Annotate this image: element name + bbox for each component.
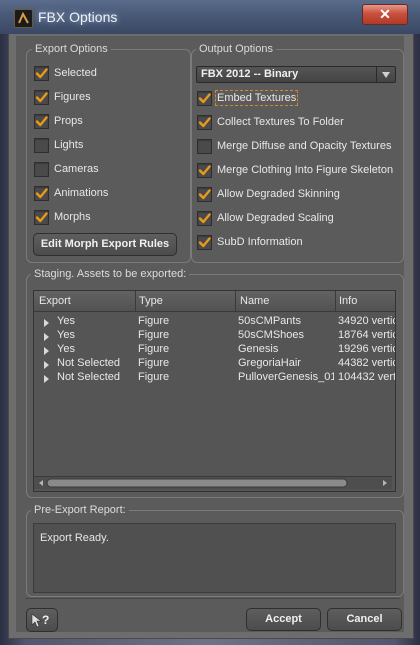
checkbox-label-lights[interactable]: Lights	[54, 139, 83, 151]
checkbox-label-embed-textures[interactable]: Embed Textures	[214, 90, 299, 106]
checkbox-label-merge-clothing-into-figure-skeleton[interactable]: Merge Clothing Into Figure Skeleton	[217, 164, 393, 176]
title-bar[interactable]: FBX Options ✕	[0, 0, 420, 34]
checkbox-label-morphs[interactable]: Morphs	[54, 211, 91, 223]
checkbox-figures[interactable]	[34, 90, 49, 105]
row-type: Figure	[138, 343, 170, 355]
checkmark-icon	[198, 93, 211, 104]
checkbox-label-cameras[interactable]: Cameras	[54, 163, 99, 175]
table-row[interactable]: Yes Figure Genesis 19296 vertic	[34, 343, 395, 357]
table-row[interactable]: Not Selected Figure GregoriaHair 44382 vert…	[34, 357, 395, 371]
checkbox-allow-degraded-scaling[interactable]	[197, 211, 212, 226]
row-name: 50sCMPants	[238, 315, 301, 327]
checkmark-icon	[198, 213, 211, 224]
checkmark-icon	[35, 68, 48, 79]
row-info: 19296 vertic	[338, 343, 395, 355]
checkbox-morphs[interactable]	[34, 210, 49, 225]
checkbox-label-allow-degraded-scaling[interactable]: Allow Degraded Scaling	[217, 212, 334, 224]
checkmark-icon	[198, 189, 211, 200]
row-export-status: Not Selected	[57, 357, 120, 369]
checkbox-label-merge-diffuse-and-opacity-textures[interactable]: Merge Diffuse and Opacity Textures	[217, 140, 391, 152]
checkbox-props[interactable]	[34, 114, 49, 129]
expand-arrow-icon[interactable]	[43, 374, 50, 386]
horizontal-scrollbar[interactable]	[34, 476, 392, 489]
checkbox-cameras[interactable]	[34, 162, 49, 177]
window-title: FBX Options	[38, 9, 118, 25]
report-text: Export Ready.	[40, 532, 109, 544]
checkmark-icon	[198, 165, 211, 176]
daz-app-icon	[14, 9, 33, 28]
help-label: ?	[42, 613, 50, 627]
checkbox-merge-diffuse-and-opacity-textures[interactable]	[197, 139, 212, 154]
row-name: GregoriaHair	[238, 357, 301, 369]
report-text-area: Export Ready.	[33, 523, 396, 593]
table-row[interactable]: Yes Figure 50sCMShoes 18764 vertic	[34, 329, 395, 343]
row-type: Figure	[138, 371, 170, 383]
row-export-status: Yes	[57, 315, 75, 327]
checkbox-label-selected[interactable]: Selected	[54, 67, 97, 79]
checkbox-collect-textures-to-folder[interactable]	[197, 115, 212, 130]
accept-button[interactable]: Accept	[246, 608, 321, 631]
row-export-status: Not Selected	[57, 371, 120, 383]
checkbox-merge-clothing-into-figure-skeleton[interactable]	[197, 163, 212, 178]
fbx-format-value: FBX 2012 -- Binary	[201, 68, 299, 80]
checkbox-label-animations[interactable]: Animations	[54, 187, 108, 199]
fbx-format-dropdown[interactable]: FBX 2012 -- Binary	[196, 66, 396, 83]
row-info: 44382 vertic	[338, 357, 395, 369]
checkmark-icon	[35, 92, 48, 103]
checkbox-label-subd-information[interactable]: SubD Information	[217, 236, 303, 248]
checkbox-allow-degraded-skinning[interactable]	[197, 187, 212, 202]
row-info: 18764 vertic	[338, 329, 395, 341]
column-header-type[interactable]: Type	[139, 295, 163, 307]
row-info: 34920 vertic	[338, 315, 395, 327]
close-button[interactable]: ✕	[362, 4, 408, 25]
column-header-export[interactable]: Export	[39, 295, 71, 307]
staging-table: Export Type Name Info Yes Figure 50sCMPant…	[33, 290, 396, 492]
checkbox-lights[interactable]	[34, 138, 49, 153]
table-row[interactable]: Yes Figure 50sCMPants 34920 vertic	[34, 315, 395, 329]
report-label: Pre-Export Report:	[31, 504, 129, 516]
checkbox-embed-textures[interactable]	[197, 91, 212, 106]
checkmark-icon	[35, 116, 48, 127]
chevron-down-icon[interactable]	[376, 67, 395, 82]
column-header-name[interactable]: Name	[240, 295, 269, 307]
edit-morph-export-rules-button[interactable]: Edit Morph Export Rules	[33, 233, 177, 256]
help-button[interactable]: ?	[26, 608, 58, 632]
staging-label: Staging. Assets to be exported:	[31, 268, 190, 280]
checkmark-icon	[198, 237, 211, 248]
export-options-group	[26, 49, 191, 263]
row-info: 104432 vert	[338, 371, 395, 383]
row-type: Figure	[138, 315, 170, 327]
checkbox-subd-information[interactable]	[197, 235, 212, 250]
checkbox-label-allow-degraded-skinning[interactable]: Allow Degraded Skinning	[217, 188, 340, 200]
row-export-status: Yes	[57, 343, 75, 355]
output-options-label: Output Options	[196, 43, 276, 55]
table-header: Export Type Name Info	[34, 291, 395, 312]
cancel-button[interactable]: Cancel	[327, 608, 402, 631]
row-name: Genesis	[238, 343, 279, 355]
export-options-label: Export Options	[32, 43, 111, 55]
column-header-info[interactable]: Info	[339, 295, 357, 307]
checkbox-animations[interactable]	[34, 186, 49, 201]
checkbox-label-collect-textures-to-folder[interactable]: Collect Textures To Folder	[217, 116, 344, 128]
row-export-status: Yes	[57, 329, 75, 341]
checkmark-icon	[35, 188, 48, 199]
checkbox-selected[interactable]	[34, 66, 49, 81]
row-name: 50sCMShoes	[238, 329, 305, 341]
row-name: PulloverGenesis_01	[238, 371, 334, 383]
footer-divider	[25, 598, 400, 599]
checkmark-icon	[35, 212, 48, 223]
checkbox-label-figures[interactable]: Figures	[54, 91, 91, 103]
row-type: Figure	[138, 329, 170, 341]
checkbox-label-props[interactable]: Props	[54, 115, 83, 127]
checkmark-icon	[198, 117, 211, 128]
table-row[interactable]: Not Selected Figure PulloverGenesis_01 1044…	[34, 371, 395, 385]
row-type: Figure	[138, 357, 170, 369]
